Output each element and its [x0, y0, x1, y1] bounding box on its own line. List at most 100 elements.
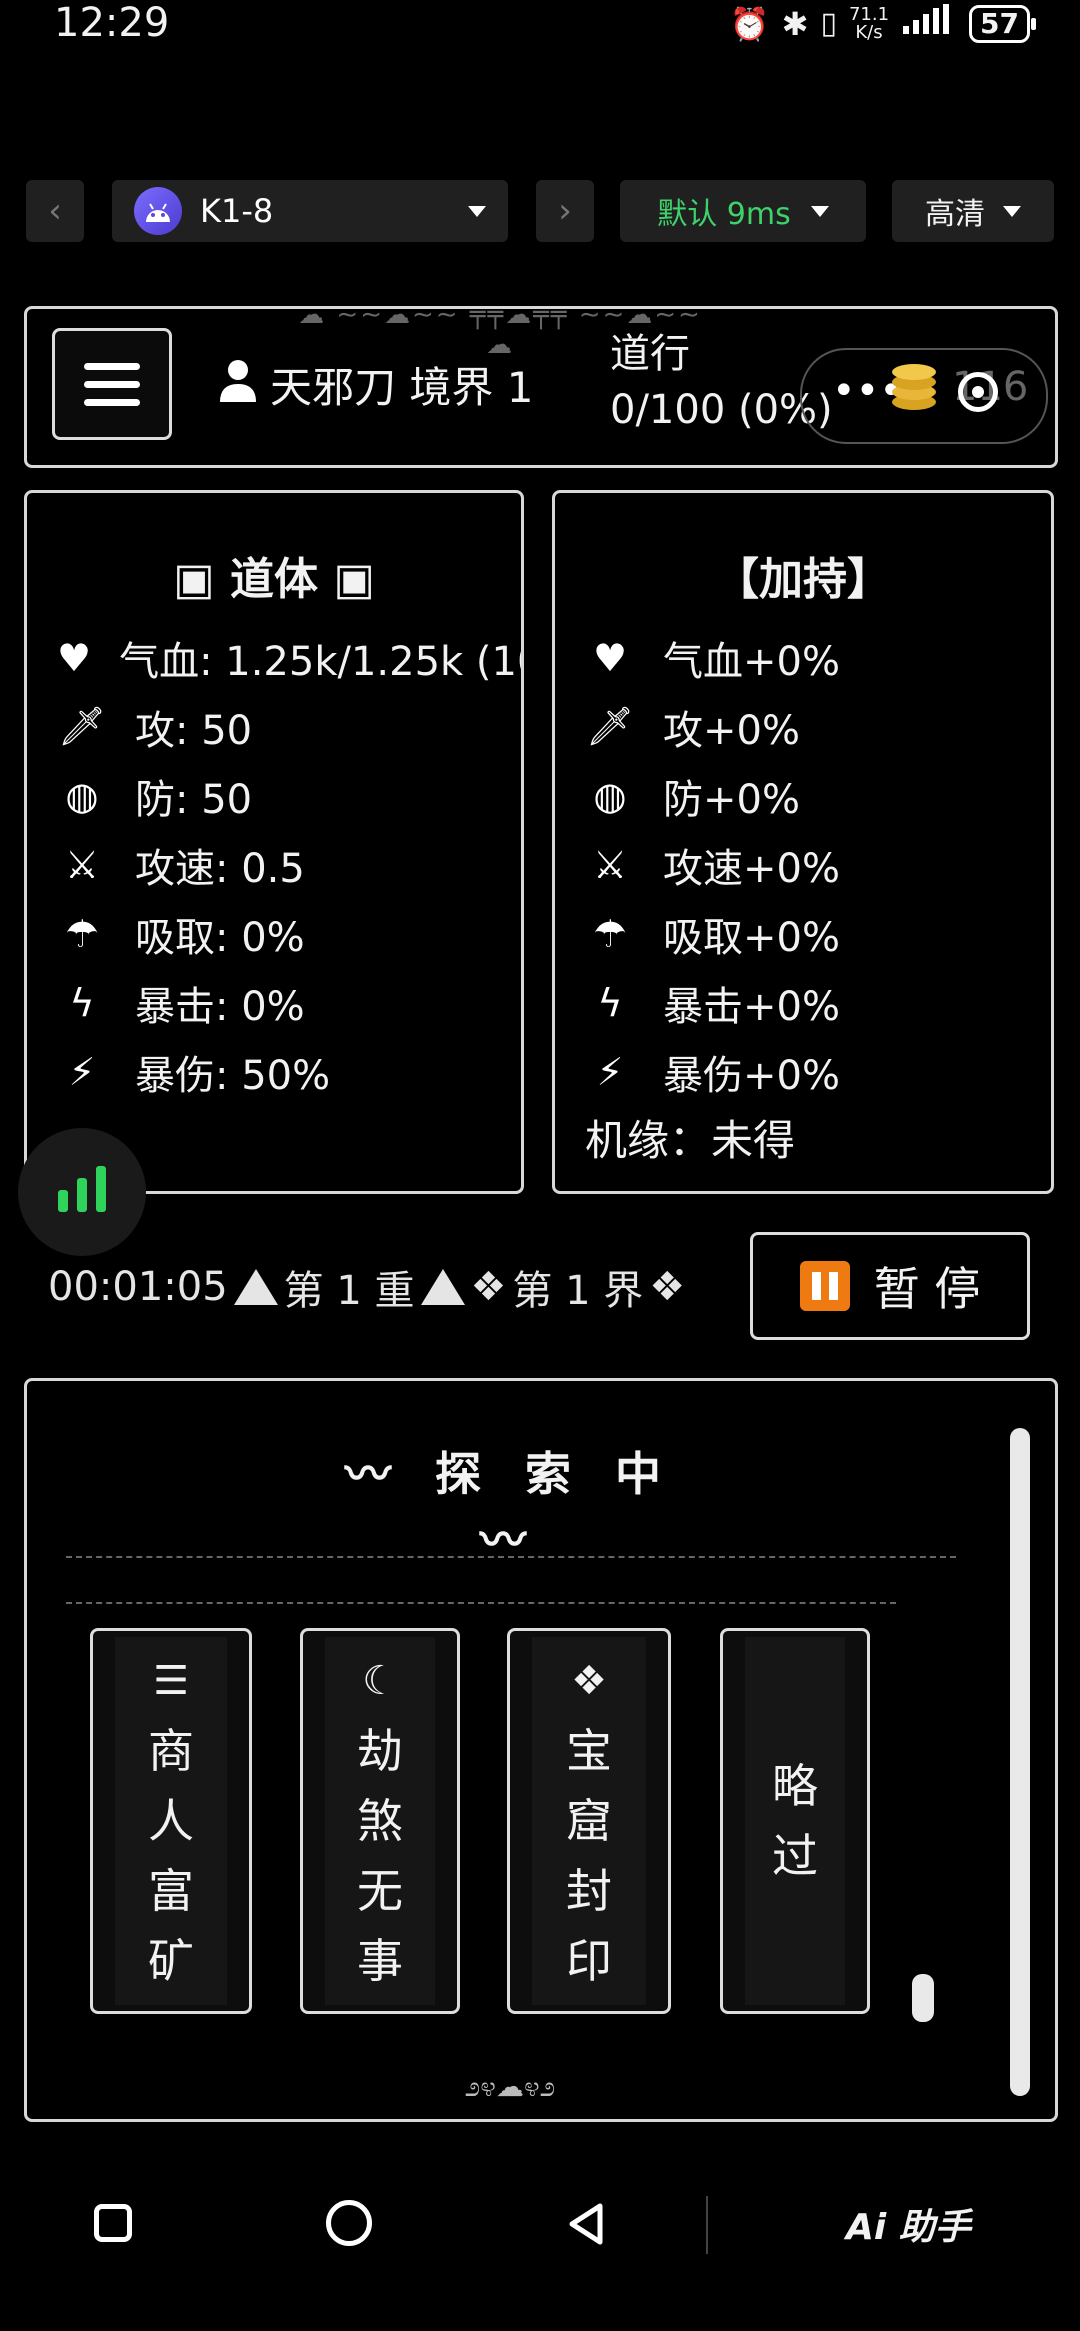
target-icon	[958, 372, 998, 412]
stat-row-hp: ♥ 气血: 1.25k/1.25k (100%)	[57, 623, 521, 692]
buff-row-crit-damage: ⚡ 暴伤+0%	[585, 1037, 1051, 1106]
latency-selector[interactable]: 默认 9ms	[620, 180, 866, 242]
chevron-down-icon	[1003, 205, 1021, 217]
stat-row-attack-speed: ⚔ 攻速: 0.5	[57, 830, 521, 899]
home-button[interactable]	[326, 2200, 372, 2246]
choice-inner: ☰ 商人富矿	[115, 1637, 227, 2005]
chevron-right-icon: ›	[558, 191, 572, 231]
heart-icon: ♥	[57, 635, 92, 680]
signal-bar	[77, 1178, 87, 1212]
device-selector[interactable]: K1-8	[112, 180, 508, 242]
pause-button[interactable]: 暂 停	[750, 1232, 1030, 1340]
player-info: 天邪刀 境界 1	[218, 354, 533, 415]
pause-icon	[799, 1261, 850, 1311]
back-triangle-icon	[569, 2203, 603, 2245]
buff-row-drain: ☂ 吸取+0%	[585, 899, 1051, 968]
moon-icon: ☾	[362, 1658, 398, 1704]
stat-row-crit: ϟ 暴击: 0%	[57, 968, 521, 1037]
divider	[66, 1602, 896, 1604]
realm-label: 第 1 界	[512, 1268, 644, 1314]
choice-inner: 略过	[745, 1637, 845, 2005]
buff-row-defense: ◍ 防+0%	[585, 761, 1051, 830]
buff-text: 气血+0%	[663, 638, 840, 685]
trigram-icon: ☰	[153, 1658, 189, 1704]
latency-label: 默认 9ms	[657, 197, 791, 232]
layer-label: 第 1 重	[283, 1268, 415, 1314]
triangle-icon	[420, 1269, 465, 1305]
sword-icon: 🗡	[57, 704, 107, 748]
choice-inner: ❖ 宝窟封印	[532, 1637, 646, 2005]
menu-icon-bar	[84, 362, 140, 370]
buff-text: 暴击+0%	[663, 983, 840, 1030]
android-icon	[134, 187, 182, 235]
quality-label: 高清	[925, 197, 985, 232]
bluetooth-icon: ✱	[781, 4, 809, 43]
stat-text: 暴击: 0%	[135, 983, 305, 1030]
signal-bar	[96, 1166, 106, 1212]
buff-text: 防+0%	[663, 776, 800, 823]
panel-title: ▣ 道体 ▣	[173, 554, 375, 605]
battery-indicator: 57	[969, 4, 1036, 43]
buff-text: 暴伤+0%	[663, 1052, 840, 1099]
scroll-handle[interactable]	[912, 1974, 934, 2022]
stat-text: 吸取: 0%	[135, 914, 305, 961]
ai-assistant-button[interactable]: Ai 助手	[846, 2198, 971, 2250]
network-signal-button[interactable]	[18, 1128, 146, 1256]
choice-merchant[interactable]: ☰ 商人富矿	[90, 1628, 252, 2014]
diamond-icon: ❖	[470, 1264, 507, 1310]
body-stats-panel: ▣ 道体 ▣ ♥ 气血: 1.25k/1.25k (100%) 🗡 攻: 50 ◍ 防…	[24, 490, 524, 1194]
wave-icon: 〰	[480, 1513, 540, 1567]
drain-icon: ☂	[64, 911, 100, 956]
speed-value: 71.1	[848, 3, 890, 25]
menu-button[interactable]	[52, 328, 172, 440]
choice-label: 略过	[772, 1759, 818, 1883]
buff-text: 攻速+0%	[663, 845, 840, 892]
fortune-text: 机缘：未得	[585, 1116, 796, 1165]
choice-skip[interactable]: 略过	[720, 1628, 870, 2014]
stat-row-attack: 🗡 攻: 50	[57, 692, 521, 761]
signal-bar	[58, 1190, 68, 1212]
signal-icon	[901, 4, 957, 43]
progress-line: 00:01:05 第 1 重 ❖ 第 1 界 ❖	[48, 1258, 685, 1316]
attack-speed-icon: ⚔	[64, 842, 100, 887]
chevron-down-icon	[810, 205, 829, 217]
network-speed: 71.1 K/s	[848, 3, 890, 42]
coins-icon	[888, 358, 940, 418]
lightning-icon: ϟ	[597, 980, 623, 1025]
chevron-down-icon	[468, 205, 486, 217]
device-name: K1-8	[200, 192, 274, 230]
next-button[interactable]: ›	[536, 180, 594, 242]
choice-label: 劫煞无事	[357, 1724, 403, 1988]
cloud-decoration: ೨೪☁೪೨	[464, 2070, 556, 2103]
choice-label: 商人富矿	[148, 1724, 194, 1988]
buff-panel: 【加持】 ♥ 气血+0% 🗡 攻+0% ◍ 防+0% ⚔ 攻速+0% ☂ 吸取+0% ϟ暴…	[552, 490, 1054, 1194]
choice-label: 宝窟封印	[566, 1724, 612, 1988]
explore-title: 〰 探 索 中 〰	[320, 1438, 700, 1570]
chevron-left-icon: ‹	[48, 191, 62, 231]
shield-icon: ◍	[593, 773, 627, 818]
status-icons: ⏰ ✱ ▯ 71.1 K/s 57	[730, 3, 1036, 43]
nav-divider	[706, 2196, 708, 2254]
recent-apps-button[interactable]	[94, 2204, 132, 2242]
scrollbar[interactable]	[1010, 1428, 1030, 2096]
back-button[interactable]	[566, 2202, 606, 2250]
choice-calamity[interactable]: ☾ 劫煞无事	[300, 1628, 460, 2014]
crit-damage-icon: ⚡	[68, 1049, 96, 1094]
prev-button[interactable]: ‹	[26, 180, 84, 242]
daoxing-info: 道行 0/100 (0%)	[610, 326, 833, 438]
stat-text: 攻速: 0.5	[135, 845, 305, 892]
timer: 00:01:05	[48, 1264, 228, 1310]
buff-row-crit: ϟ 暴击+0%	[585, 968, 1051, 1037]
explore-title-text: 探 索 中	[434, 1447, 676, 1501]
stat-text: 暴伤: 50%	[135, 1052, 331, 1099]
pause-label: 暂 停	[873, 1262, 981, 1316]
quality-selector[interactable]: 高清	[892, 180, 1054, 242]
choice-treasure[interactable]: ❖ 宝窟封印	[507, 1628, 671, 2014]
lightning-icon: ϟ	[69, 980, 95, 1025]
drain-icon: ☂	[592, 911, 628, 956]
stat-text: 气血: 1.25k/1.25k (100%)	[119, 638, 521, 685]
user-icon	[218, 358, 258, 412]
daoxing-label: 道行	[610, 331, 690, 377]
triangle-icon	[233, 1269, 278, 1305]
gold-widget[interactable]: ••• 116	[800, 348, 1048, 444]
